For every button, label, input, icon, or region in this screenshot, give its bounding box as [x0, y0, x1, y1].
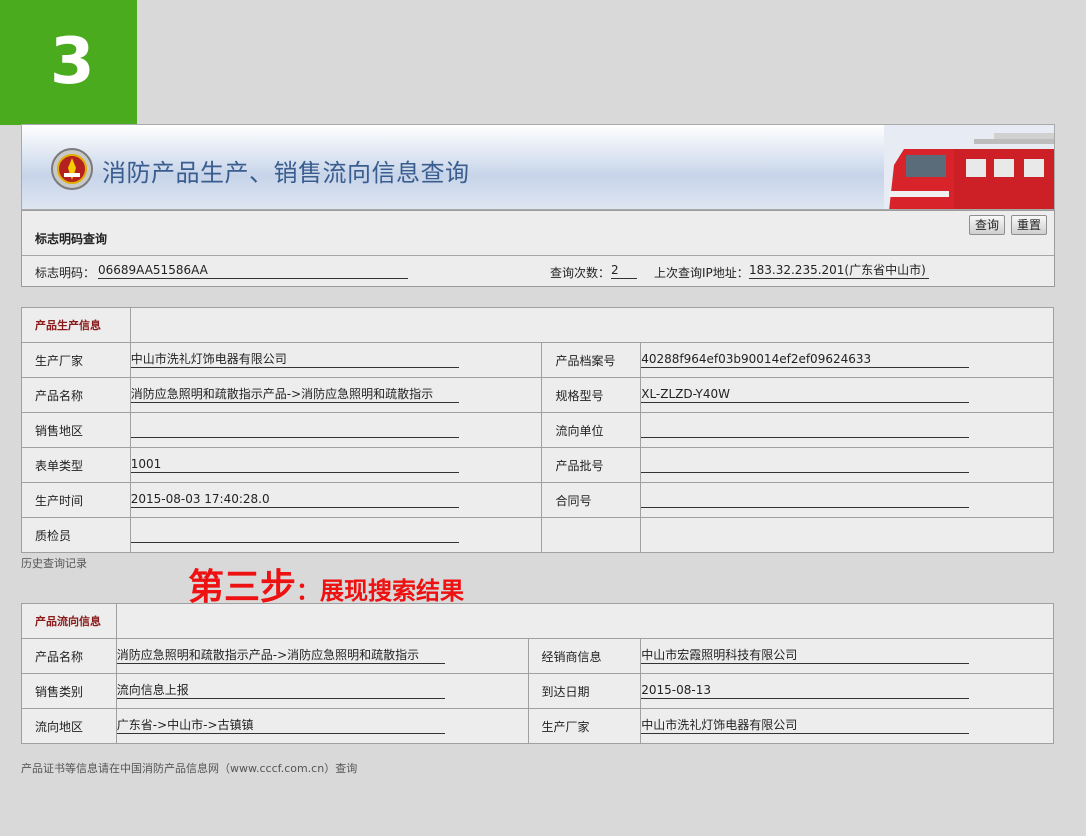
table-row: 产品名称 消防应急照明和疏散指示产品->消防应急照明和疏散指示 经销商信息 中山… [21, 638, 1054, 674]
manufacturer-value: 中山市洗礼灯饰电器有限公司 [130, 352, 459, 368]
inspector-value [130, 527, 459, 543]
flow-product-name-value: 消防应急照明和疏散指示产品->消防应急照明和疏散指示 [116, 648, 445, 664]
production-time-value: 2015-08-03 17:40:28.0 [130, 492, 459, 508]
field-label: 产品批号 [541, 447, 642, 483]
table-row: 生产厂家 中山市洗礼灯饰电器有限公司 产品档案号 40288f964ef03b9… [21, 342, 1054, 378]
field-label: 产品名称 [21, 638, 117, 674]
field-label: 产品档案号 [541, 342, 642, 378]
destination-unit-value [641, 422, 970, 438]
field-label: 质检员 [21, 517, 131, 553]
ip-label: 上次查询IP地址： [654, 266, 749, 280]
field-label: 流向单位 [541, 412, 642, 448]
query-button[interactable]: 查询 [969, 215, 1006, 235]
step-number-badge: 3 [0, 0, 137, 125]
panel-title: 标志明码查询 [35, 232, 108, 246]
step-caption-colon: ： [296, 577, 321, 605]
table-row: 销售类别 流向信息上报 到达日期 2015-08-13 [21, 673, 1054, 709]
sales-category-value: 流向信息上报 [116, 683, 445, 699]
field-label: 到达日期 [527, 673, 642, 709]
code-label: 标志明码： [35, 266, 96, 280]
footer-note: 产品证书等信息请在中国消防产品信息网（www.cccf.com.cn）查询 [21, 762, 358, 775]
section-title: 产品流向信息 [21, 603, 117, 639]
flow-info-table: 产品流向信息 产品名称 消防应急照明和疏散指示产品->消防应急照明和疏散指示 经… [21, 603, 1055, 744]
field-label: 流向地区 [21, 708, 117, 744]
field-label: 销售地区 [21, 412, 131, 448]
table-row: 生产时间 2015-08-03 17:40:28.0 合同号 [21, 482, 1054, 518]
count-value: 2 [611, 263, 637, 279]
code-value: 06689AA51586AA [98, 263, 408, 279]
form-type-value: 1001 [130, 457, 459, 473]
sales-region-value [130, 422, 459, 438]
production-info-table: 产品生产信息 生产厂家 中山市洗礼灯饰电器有限公司 产品档案号 40288f96… [21, 307, 1055, 553]
field-label: 经销商信息 [527, 638, 642, 674]
section-title: 产品生产信息 [21, 307, 131, 343]
field-label: 生产时间 [21, 482, 131, 518]
table-row: 销售地区 流向单位 [21, 412, 1054, 448]
archive-number-value: 40288f964ef03b90014ef2ef09624633 [641, 352, 970, 368]
step-caption-detail: 展现搜索结果 [320, 577, 465, 605]
product-name-value: 消防应急照明和疏散指示产品->消防应急照明和疏散指示 [130, 387, 459, 403]
reset-button[interactable]: 重置 [1011, 215, 1048, 235]
batch-number-value [641, 457, 970, 473]
code-query-panel: 标志明码查询 查询 重置 标志明码： 06689AA51586AA 查询次数： … [21, 210, 1055, 287]
history-link[interactable]: 历史查询记录 [21, 555, 87, 571]
flow-manufacturer-value: 中山市洗礼灯饰电器有限公司 [641, 718, 970, 734]
step-caption-main: 第三步 [188, 567, 297, 608]
contract-number-value [641, 492, 970, 508]
arrival-date-value: 2015-08-13 [641, 683, 970, 699]
field-label: 表单类型 [21, 447, 131, 483]
field-label: 合同号 [541, 482, 642, 518]
table-row: 产品名称 消防应急照明和疏散指示产品->消防应急照明和疏散指示 规格型号 XL-… [21, 377, 1054, 413]
fire-emblem-icon [51, 148, 93, 190]
table-row: 产品流向信息 [21, 603, 1055, 639]
ip-value: 183.32.235.201(广东省中山市) [749, 263, 929, 279]
header-banner: 消防产品生产、销售流向信息查询 [21, 124, 1055, 210]
field-label: 销售类别 [21, 673, 117, 709]
count-label: 查询次数： [550, 266, 611, 280]
table-row: 表单类型 1001 产品批号 [21, 447, 1054, 483]
field-label: 生产厂家 [21, 342, 131, 378]
fire-truck-icon [884, 125, 1054, 209]
table-row: 质检员 [21, 517, 1054, 553]
field-label: 生产厂家 [527, 708, 642, 744]
banner-title: 消防产品生产、销售流向信息查询 [102, 159, 470, 187]
table-row: 产品生产信息 [21, 307, 1055, 343]
table-row: 流向地区 广东省->中山市->古镇镇 生产厂家 中山市洗礼灯饰电器有限公司 [21, 708, 1054, 744]
field-label: 规格型号 [541, 377, 642, 413]
model-value: XL-ZLZD-Y40W [641, 387, 970, 403]
field-label: 产品名称 [21, 377, 131, 413]
flow-area-value: 广东省->中山市->古镇镇 [116, 718, 445, 734]
dealer-value: 中山市宏霞照明科技有限公司 [641, 648, 970, 664]
